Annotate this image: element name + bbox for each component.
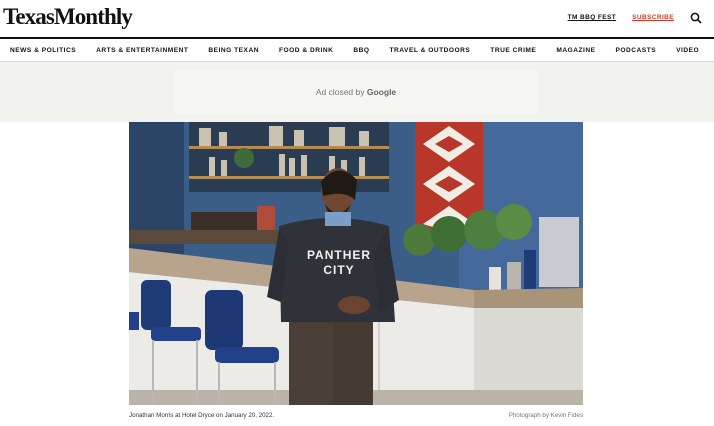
- hero-photo: PANTHER CITY: [129, 122, 583, 405]
- nav-item-news-politics[interactable]: NEWS & POLITICS: [10, 47, 76, 54]
- nav-item-bbq[interactable]: BBQ: [353, 47, 369, 54]
- nav-item-arts-entertainment[interactable]: ARTS & ENTERTAINMENT: [96, 47, 188, 54]
- nav-item-true-crime[interactable]: TRUE CRIME: [490, 47, 536, 54]
- sweater-text-city: CITY: [323, 263, 354, 277]
- nav-item-magazine[interactable]: MAGAZINE: [556, 47, 595, 54]
- site-header: TexasMonthly TM BBQ FEST SUBSCRIBE: [0, 0, 714, 36]
- site-logo[interactable]: TexasMonthly: [3, 4, 133, 30]
- photo-caption: Jonathan Morris at Hotel Dryce on Januar…: [129, 412, 275, 419]
- nav-item-being-texan[interactable]: BEING TEXAN: [208, 47, 259, 54]
- ad-band: Ad closed by Google: [0, 62, 714, 122]
- photo-credit: Photograph by Kevin Fides: [508, 412, 583, 419]
- nav-item-video[interactable]: VIDEO: [676, 47, 699, 54]
- main-nav: NEWS & POLITICS ARTS & ENTERTAINMENT BEI…: [0, 37, 714, 62]
- search-icon[interactable]: [690, 12, 702, 24]
- ad-closed-text: Ad closed by Google: [315, 87, 397, 97]
- sweater-text-panther: PANTHER: [307, 248, 371, 262]
- ad-slot: Ad closed by Google: [175, 70, 537, 114]
- subscribe-link[interactable]: SUBSCRIBE: [632, 14, 674, 21]
- bbq-fest-link[interactable]: TM BBQ FEST: [568, 14, 616, 21]
- nav-item-podcasts[interactable]: PODCASTS: [616, 47, 657, 54]
- hero-photo-illustration: PANTHER CITY: [129, 122, 583, 405]
- nav-item-travel-outdoors[interactable]: TRAVEL & OUTDOORS: [390, 47, 471, 54]
- nav-item-food-drink[interactable]: FOOD & DRINK: [279, 47, 333, 54]
- google-brand: Google: [366, 87, 397, 97]
- header-links: TM BBQ FEST SUBSCRIBE: [568, 14, 674, 21]
